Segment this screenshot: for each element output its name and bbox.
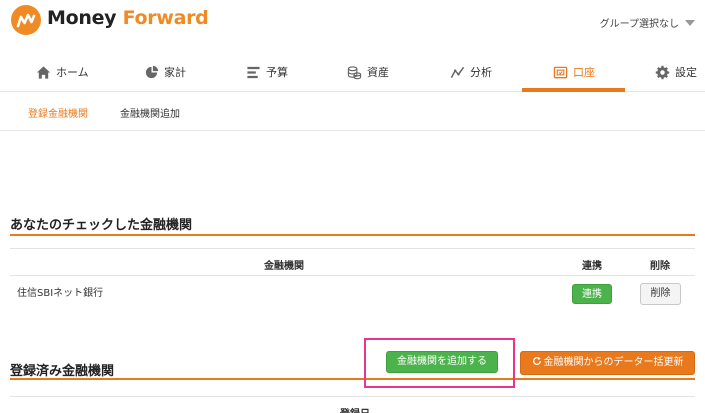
bulk-refresh-label: 金融機関からのデーター括更新: [543, 357, 684, 368]
section-divider: [10, 234, 695, 236]
main-nav: ホーム 家計 予算 資産 分析 口座 設定: [0, 52, 705, 92]
gear-icon: [655, 65, 670, 79]
money-forward-logo-icon[interactable]: [10, 4, 42, 36]
brand-name-part1: Money: [47, 7, 123, 29]
budget-icon: [247, 66, 260, 78]
subnav-item-registered[interactable]: 登録金融機関: [28, 105, 88, 120]
group-select[interactable]: グループ選択なし: [600, 15, 695, 30]
nav-item-label: ホーム: [56, 66, 89, 79]
link-button[interactable]: 連携: [572, 284, 612, 304]
column-header-link: 連携: [582, 261, 602, 272]
registered-institutions-title: 登録済み金融機関: [10, 364, 115, 379]
nav-item-settings[interactable]: 設定: [655, 52, 697, 92]
nav-item-label: 予算: [266, 66, 288, 79]
column-header-registered-date: 登録日: [340, 405, 370, 413]
line-chart-icon: [450, 66, 465, 78]
app-header: Money Forward グループ選択なし: [0, 0, 705, 44]
section-divider: [10, 378, 695, 380]
checked-table-header: 金融機関 連携 削除: [10, 248, 695, 276]
brand-name-part2: Forward: [122, 7, 209, 29]
group-select-label: グループ選択なし: [599, 19, 679, 30]
add-institution-button[interactable]: 金融機関を追加する: [386, 351, 498, 373]
nav-item-label: 分析: [470, 66, 492, 79]
account-icon: [553, 66, 568, 78]
bulk-refresh-button[interactable]: 金融機関からのデーター括更新: [520, 351, 695, 375]
nav-item-label: 口座: [573, 66, 595, 79]
sub-nav: 登録金融機関 金融機関追加: [0, 93, 705, 131]
active-tab-indicator: [522, 88, 625, 92]
subnav-item-add-institution[interactable]: 金融機関追加: [120, 105, 180, 120]
refresh-icon: [532, 356, 541, 365]
nav-item-label: 設定: [675, 66, 697, 79]
coins-icon: [347, 65, 362, 79]
nav-item-label: 家計: [164, 66, 186, 79]
column-header-institution: 金融機関: [264, 261, 304, 272]
pie-chart-icon: [145, 65, 159, 78]
nav-item-assets[interactable]: 資産: [347, 52, 389, 92]
nav-item-home[interactable]: ホーム: [36, 52, 89, 92]
nav-item-budget[interactable]: 予算: [246, 52, 288, 92]
registered-table-header: 登録日: [10, 396, 695, 413]
brand-name[interactable]: Money Forward: [47, 7, 209, 29]
caret-down-icon: [685, 19, 695, 26]
column-header-delete: 削除: [650, 261, 670, 272]
institution-name: 住信SBIネット銀行: [17, 288, 104, 299]
checked-institutions-title: あなたのチェックした金融機関: [10, 218, 193, 233]
nav-item-label: 資産: [367, 66, 389, 79]
nav-item-accounts[interactable]: 口座: [553, 52, 595, 92]
delete-button[interactable]: 削除: [640, 283, 681, 305]
nav-item-analysis[interactable]: 分析: [450, 52, 492, 92]
nav-item-household[interactable]: 家計: [144, 52, 186, 92]
home-icon: [36, 65, 51, 79]
